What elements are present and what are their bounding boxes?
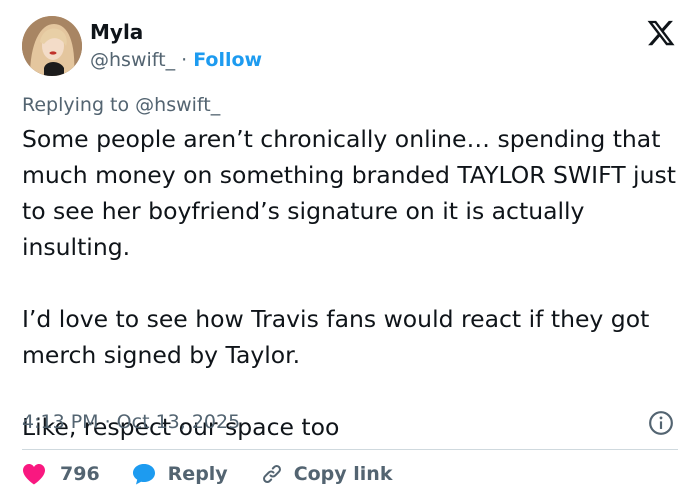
tweet-paragraph-1: Some people aren’t chronically online… s… bbox=[22, 125, 676, 261]
action-bar: 796 Reply Copy link bbox=[22, 459, 424, 489]
like-button[interactable]: 796 bbox=[22, 463, 100, 485]
handle-separator: · bbox=[181, 49, 188, 71]
copy-link-label: Copy link bbox=[293, 463, 393, 485]
reply-button[interactable]: Reply bbox=[132, 462, 228, 486]
tweet-card: Myla @hswift_ · Follow Replying to @hswi… bbox=[0, 0, 700, 502]
replying-to[interactable]: Replying to @hswift_ bbox=[22, 92, 220, 118]
link-icon bbox=[262, 465, 281, 483]
reply-label: Reply bbox=[167, 463, 228, 485]
x-logo-icon[interactable] bbox=[646, 18, 676, 48]
avatar-image bbox=[22, 16, 82, 76]
reply-bubble-icon bbox=[132, 464, 155, 485]
avatar[interactable] bbox=[22, 16, 82, 76]
author-handle[interactable]: @hswift_ bbox=[90, 49, 175, 71]
tweet-paragraph-2: I’d love to see how Travis fans would re… bbox=[22, 305, 650, 369]
info-icon[interactable] bbox=[648, 410, 674, 436]
author-handle-row: @hswift_ · Follow bbox=[90, 47, 262, 73]
tweet-timestamp[interactable]: 4:13 PM · Oct 13, 2025 bbox=[22, 409, 240, 435]
author-name[interactable]: Myla bbox=[90, 19, 143, 45]
follow-button[interactable]: Follow bbox=[193, 49, 262, 71]
tweet-body: Some people aren’t chronically online… s… bbox=[22, 121, 682, 445]
divider bbox=[22, 449, 678, 450]
heart-icon bbox=[23, 464, 45, 485]
like-count: 796 bbox=[60, 463, 100, 485]
copy-link-button[interactable]: Copy link bbox=[260, 462, 393, 486]
